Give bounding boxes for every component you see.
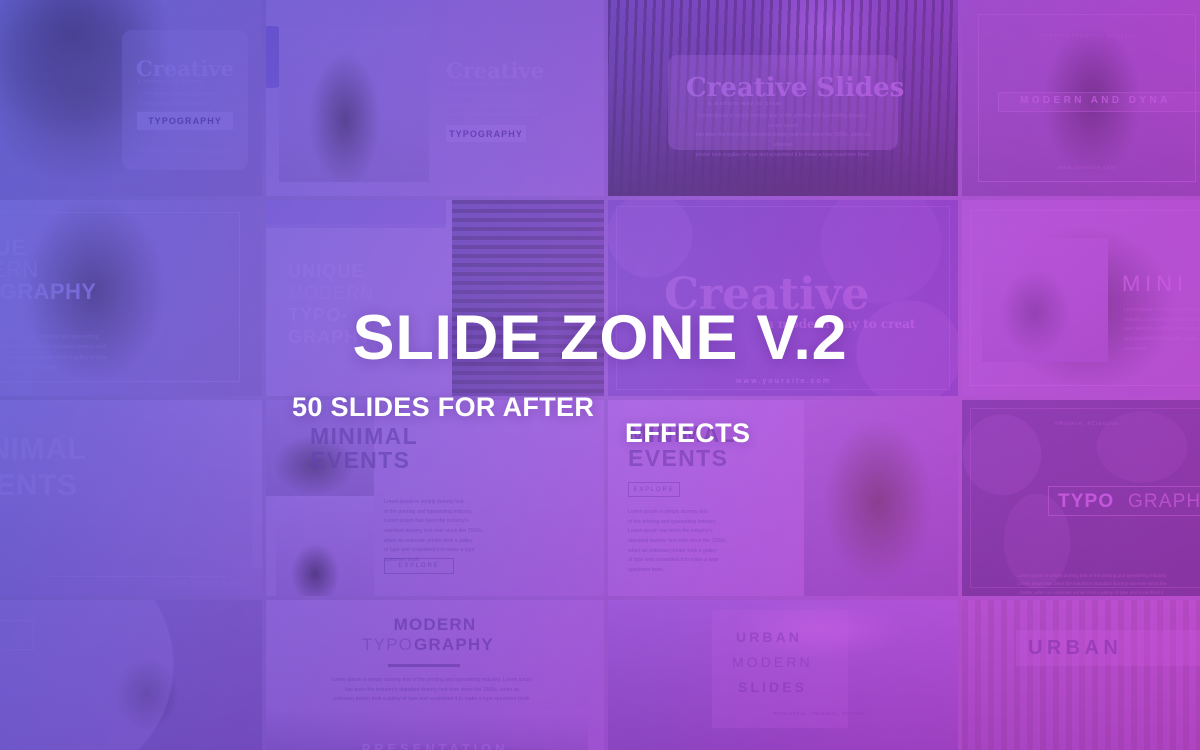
promo-stage: Creative a modern way to creat Lorem ips…: [0, 0, 1200, 750]
vignette-overlay: [0, 0, 1200, 750]
